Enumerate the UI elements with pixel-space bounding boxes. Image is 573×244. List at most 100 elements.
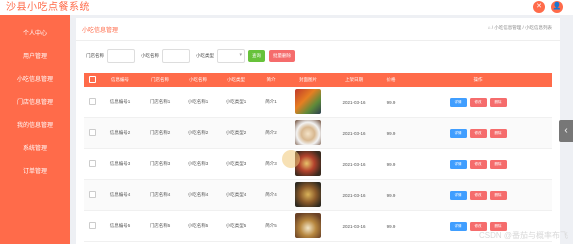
food-thumbnail[interactable] — [295, 120, 321, 145]
table-row: 信息编号2 门店名称2 小吃名称2 小吃类型2 简介2 2021-03-16 9… — [84, 118, 552, 149]
cell-price: 99.9 — [386, 99, 396, 105]
row-actions: 详情 修改 删除 — [404, 190, 552, 200]
food-thumbnail[interactable] — [295, 89, 321, 114]
detail-button[interactable]: 详情 — [449, 128, 467, 138]
breadcrumb-path[interactable]: ⌂ / 小吃信息管理 / 小吃信息列表 — [488, 25, 552, 31]
table-row: 信息编号4 门店名称4 小吃名称4 小吃类型4 简介4 2021-03-16 9… — [84, 180, 552, 211]
top-icons: ✕ 👤 — [533, 1, 563, 13]
sidebar-item-snacks[interactable]: 小吃信息管理 — [0, 69, 70, 92]
sidebar-item-personal-center[interactable]: 个人中心 — [0, 23, 70, 46]
delete-button[interactable]: 删除 — [489, 190, 507, 200]
select-all-checkbox[interactable] — [84, 76, 100, 84]
sidebar-item-my-info[interactable]: 我的信息管理 — [0, 115, 70, 138]
cell-code: 信息编号1 — [109, 99, 131, 104]
edit-button[interactable]: 修改 — [469, 159, 487, 169]
table-header: 信息编号 门店名称 小吃名称 小吃类型 简介 封面图片 上架日期 价格 操作 — [84, 73, 552, 87]
sidebar: 个人中心 用户管理 小吃信息管理 门店信息管理 我的信息管理 系统管理 订单管理 — [0, 15, 70, 244]
cursor-highlight — [282, 150, 300, 168]
delete-button[interactable]: 删除 — [489, 97, 507, 107]
cell-name: 小吃名称1 — [187, 99, 209, 104]
row-actions: 详情 修改 删除 — [404, 128, 552, 138]
row-checkbox[interactable] — [84, 129, 100, 137]
cell-store: 门店名称2 — [149, 130, 171, 135]
row-checkbox[interactable] — [84, 222, 100, 230]
cell-price: 99.9 — [386, 130, 396, 136]
snack-name-label: 小吃名称 — [141, 53, 159, 58]
cell-date: 2021-03-16 — [342, 161, 366, 167]
cell-type: 小吃类型2 — [225, 130, 247, 135]
cell-code: 信息编号3 — [109, 161, 131, 166]
sidebar-item-users[interactable]: 用户管理 — [0, 46, 70, 69]
cell-type: 小吃类型5 — [225, 223, 247, 228]
cell-store: 门店名称3 — [149, 161, 171, 166]
sidebar-item-stores[interactable]: 门店信息管理 — [0, 92, 70, 115]
header-actions: 操作 — [473, 77, 483, 82]
cell-image — [286, 213, 330, 239]
detail-button[interactable]: 详情 — [449, 97, 467, 107]
sidebar-item-orders[interactable]: 订单管理 — [0, 161, 70, 184]
cell-name: 小吃名称4 — [187, 192, 209, 197]
cell-type: 小吃类型3 — [225, 161, 247, 166]
header-image: 封面图片 — [299, 77, 317, 82]
header-price: 价格 — [386, 77, 396, 82]
watermark: CSDN @番茄与概率布飞 — [478, 231, 568, 240]
row-checkbox[interactable] — [84, 191, 100, 199]
snack-table: 信息编号 门店名称 小吃名称 小吃类型 简介 封面图片 上架日期 价格 操作 信… — [84, 73, 552, 242]
detail-button[interactable]: 详情 — [449, 190, 467, 200]
cell-date: 2021-03-16 — [342, 223, 366, 229]
edit-button[interactable]: 修改 — [469, 128, 487, 138]
top-bar: 沙县小吃点餐系统 ✕ 👤 — [0, 0, 573, 15]
snack-type-select[interactable]: ▾ — [217, 49, 245, 63]
edit-button[interactable]: 修改 — [469, 97, 487, 107]
table-row: 信息编号3 门店名称3 小吃名称3 小吃类型3 简介3 2021-03-16 9… — [84, 149, 552, 180]
cell-image — [286, 120, 330, 146]
header-store: 门店名称 — [151, 77, 169, 82]
close-icon[interactable]: ✕ — [533, 1, 545, 13]
table-row: 信息编号1 门店名称1 小吃名称1 小吃类型1 简介1 2021-03-16 9… — [84, 87, 552, 118]
cell-name: 小吃名称5 — [187, 223, 209, 228]
header-date: 上架日期 — [345, 77, 363, 82]
batch-delete-button[interactable]: 批量删除 — [269, 50, 295, 62]
user-icon[interactable]: 👤 — [551, 1, 563, 13]
cell-intro: 简介2 — [265, 130, 277, 135]
row-actions: 详情 修改 删除 — [404, 159, 552, 169]
delete-button[interactable]: 删除 — [489, 159, 507, 169]
cell-store: 门店名称5 — [149, 223, 171, 228]
cell-name: 小吃名称2 — [187, 130, 209, 135]
row-checkbox[interactable] — [84, 160, 100, 168]
collapse-arrow-icon[interactable]: ‹ — [559, 120, 573, 142]
detail-button[interactable]: 详情 — [449, 221, 467, 231]
cell-name: 小吃名称3 — [187, 161, 209, 166]
header-type: 小吃类型 — [227, 77, 245, 82]
cell-intro: 简介5 — [265, 223, 277, 228]
header-intro: 简介 — [266, 77, 276, 82]
row-checkbox[interactable] — [84, 98, 100, 106]
page-title: 小吃信息管理 — [82, 28, 119, 34]
cell-date: 2021-03-16 — [342, 192, 366, 198]
food-thumbnail[interactable] — [295, 182, 321, 207]
delete-button[interactable]: 删除 — [489, 128, 507, 138]
cell-type: 小吃类型1 — [225, 99, 247, 104]
cell-store: 门店名称4 — [149, 192, 171, 197]
cell-price: 99.9 — [386, 223, 396, 229]
cell-type: 小吃类型4 — [225, 192, 247, 197]
cell-image — [286, 89, 330, 115]
filter-bar: 门店名称 小吃名称 小吃类型 ▾ 查询 批量删除 — [86, 49, 295, 63]
header-name: 小吃名称 — [189, 77, 207, 82]
cell-date: 2021-03-16 — [342, 99, 366, 105]
sidebar-item-system[interactable]: 系统管理 — [0, 138, 70, 161]
cell-price: 99.9 — [386, 192, 396, 198]
cell-intro: 简介4 — [265, 192, 277, 197]
store-name-input[interactable] — [107, 49, 135, 63]
snack-name-input[interactable] — [162, 49, 190, 63]
food-thumbnail[interactable] — [295, 213, 321, 238]
detail-button[interactable]: 详情 — [449, 159, 467, 169]
cell-code: 信息编号4 — [109, 192, 131, 197]
cell-intro: 简介1 — [265, 99, 277, 104]
row-actions: 详情 修改 删除 — [404, 97, 552, 107]
edit-button[interactable]: 修改 — [469, 190, 487, 200]
cell-price: 99.9 — [386, 161, 396, 167]
app-title: 沙县小吃点餐系统 — [6, 2, 90, 13]
cell-code: 信息编号2 — [109, 130, 131, 135]
search-button[interactable]: 查询 — [248, 50, 265, 62]
